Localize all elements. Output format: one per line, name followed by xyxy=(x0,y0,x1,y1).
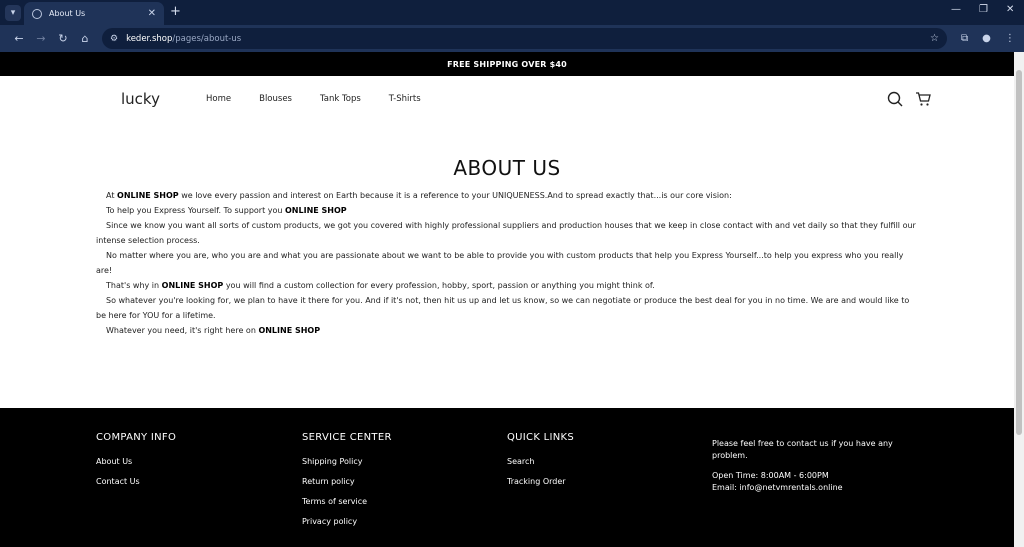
profile-icon[interactable]: ● xyxy=(982,33,991,44)
nav-home[interactable]: Home xyxy=(206,94,231,104)
page-title: ABOUT US xyxy=(453,156,561,180)
site-info-icon[interactable]: ⚙ xyxy=(110,34,118,44)
paragraph: So whatever you're looking for, we plan … xyxy=(96,296,910,320)
paragraph: No matter where you are, who you are and… xyxy=(96,251,904,275)
footer-link-search[interactable]: Search xyxy=(507,457,574,466)
paragraph: Whatever you need, it's right here on ON… xyxy=(106,326,321,335)
paragraph: Since we know you want all sorts of cust… xyxy=(96,221,916,245)
paragraph: To help you Express Yourself. To support… xyxy=(106,206,347,215)
footer-company-info: COMPANY INFO About Us Contact Us xyxy=(96,432,176,497)
footer-link-tracking[interactable]: Tracking Order xyxy=(507,477,574,486)
main-nav: Home Blouses Tank Tops T-Shirts xyxy=(206,94,421,104)
bookmark-star-icon[interactable]: ☆ xyxy=(930,33,939,44)
browser-tab[interactable]: About Us ✕ xyxy=(24,2,164,25)
main-content: ABOUT US At ONLINE SHOP we love every pa… xyxy=(0,156,1014,338)
search-icon[interactable] xyxy=(887,91,903,107)
site-footer: COMPANY INFO About Us Contact Us SERVICE… xyxy=(0,408,1014,547)
footer-link-about-us[interactable]: About Us xyxy=(96,457,176,466)
globe-icon xyxy=(32,8,42,19)
url-input[interactable]: ⚙ keder.shop /pages/about-us ☆ xyxy=(102,28,947,49)
back-icon[interactable]: ← xyxy=(8,32,30,45)
minimize-icon[interactable]: — xyxy=(951,4,961,15)
contact-email: Email: info@netvmrentals.online xyxy=(712,483,843,492)
close-window-icon[interactable]: ✕ xyxy=(1006,4,1014,15)
footer-quick-links: QUICK LINKS Search Tracking Order xyxy=(507,432,574,497)
footer-link-terms[interactable]: Terms of service xyxy=(302,497,392,506)
contact-hours: Open Time: 8:00AM - 6:00PM xyxy=(712,471,829,480)
footer-link-privacy[interactable]: Privacy policy xyxy=(302,517,392,526)
paragraph: At ONLINE SHOP we love every passion and… xyxy=(106,191,732,200)
announcement-bar: FREE SHIPPING OVER $40 xyxy=(0,52,1014,76)
contact-intro: Please feel free to contact us if you ha… xyxy=(712,439,893,460)
about-text: At ONLINE SHOP we love every passion and… xyxy=(96,188,918,338)
forward-icon[interactable]: → xyxy=(30,32,52,45)
url-host: keder.shop xyxy=(126,33,173,44)
url-path: /pages/about-us xyxy=(172,33,242,44)
paragraph: That's why in ONLINE SHOP you will find … xyxy=(106,281,655,290)
site-header: lucky Home Blouses Tank Tops T-Shirts xyxy=(0,76,1014,124)
nav-blouses[interactable]: Blouses xyxy=(259,94,292,104)
tab-search-icon[interactable]: ▾ xyxy=(5,5,21,21)
footer-heading: QUICK LINKS xyxy=(507,432,575,443)
footer-link-contact-us[interactable]: Contact Us xyxy=(96,477,176,486)
close-tab-icon[interactable]: ✕ xyxy=(148,8,156,19)
nav-tank-tops[interactable]: Tank Tops xyxy=(320,94,361,104)
maximize-icon[interactable]: ❐ xyxy=(979,4,988,15)
new-tab-icon[interactable]: + xyxy=(170,4,181,19)
cart-icon[interactable] xyxy=(915,91,931,107)
extensions-icon[interactable]: ⧉ xyxy=(961,33,968,44)
home-icon[interactable]: ⌂ xyxy=(74,32,96,45)
nav-t-shirts[interactable]: T-Shirts xyxy=(389,94,421,104)
scrollbar-thumb[interactable] xyxy=(1016,70,1022,435)
tab-title: About Us xyxy=(49,9,86,18)
footer-heading: COMPANY INFO xyxy=(96,432,177,443)
footer-heading: SERVICE CENTER xyxy=(302,432,392,443)
footer-service-center: SERVICE CENTER Shipping Policy Return po… xyxy=(302,432,392,537)
footer-link-shipping-policy[interactable]: Shipping Policy xyxy=(302,457,392,466)
more-menu-icon[interactable]: ⋮ xyxy=(1005,33,1015,44)
browser-tab-bar: ▾ About Us ✕ + — ❐ ✕ xyxy=(0,0,1024,25)
footer-link-return-policy[interactable]: Return policy xyxy=(302,477,392,486)
page-scrollbar[interactable] xyxy=(1014,52,1024,547)
page-viewport: FREE SHIPPING OVER $40 lucky Home Blouse… xyxy=(0,52,1024,547)
reload-icon[interactable]: ↻ xyxy=(52,32,74,45)
footer-contact: Please feel free to contact us if you ha… xyxy=(712,438,922,494)
site-logo[interactable]: lucky xyxy=(121,90,160,108)
address-bar: ← → ↻ ⌂ ⚙ keder.shop /pages/about-us ☆ ⧉… xyxy=(0,25,1024,52)
